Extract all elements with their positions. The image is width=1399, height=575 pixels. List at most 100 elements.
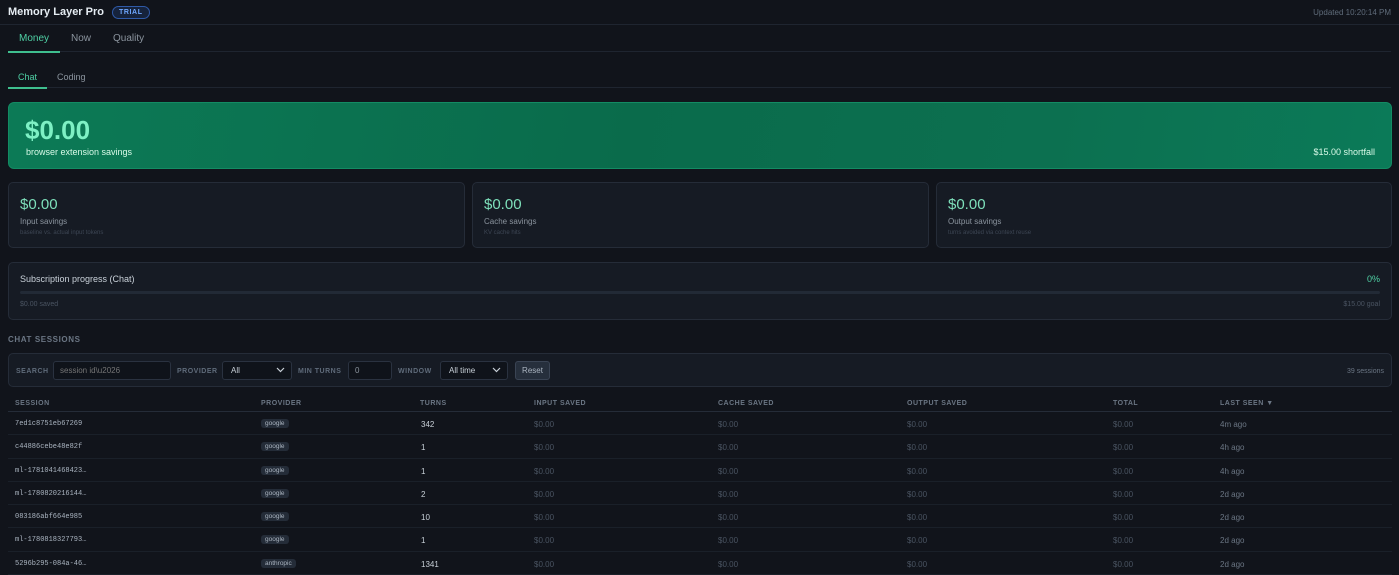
provider-select-value: All [231, 366, 240, 375]
tab-chat[interactable]: Chat [8, 66, 48, 89]
table-row[interactable]: 083186abf664e985 google 10 $0.00 $0.00 $… [8, 505, 1392, 529]
output-saved-value: $0.00 [907, 559, 928, 569]
provider-pill: google [261, 419, 289, 428]
turns-value: 1 [421, 443, 426, 453]
input-saved-value: $0.00 [534, 466, 555, 476]
last-seen-value: 4m ago [1220, 420, 1247, 429]
card-label: Output savings [948, 217, 1002, 226]
table-row[interactable]: ml-1780818327793… google 1 $0.00 $0.00 $… [8, 528, 1392, 552]
table-row[interactable]: ml-1781041468423… google 1 $0.00 $0.00 $… [8, 459, 1392, 482]
last-seen-value: 2d ago [1220, 489, 1245, 499]
table-body: 7ed1c8751eb67269 google 342 $0.00 $0.00 … [8, 412, 1392, 575]
cache-saved-value: $0.00 [718, 536, 739, 546]
output-saved-value: $0.00 [907, 489, 928, 499]
chevron-down-icon [492, 367, 501, 373]
turns-value: 1 [421, 536, 426, 546]
turns-value: 1341 [421, 559, 439, 569]
card-value: $0.00 [948, 196, 986, 213]
cache-saved-value: $0.00 [718, 559, 739, 569]
column-last-seen[interactable]: LAST SEEN ▼ [1220, 400, 1274, 407]
column-input-saved[interactable]: INPUT SAVED [534, 400, 586, 407]
column-cache-saved[interactable]: CACHE SAVED [718, 400, 774, 407]
output-saved-value: $0.00 [907, 420, 928, 429]
column-output-saved[interactable]: OUTPUT SAVED [907, 400, 967, 407]
output-saved-value: $0.00 [907, 536, 928, 546]
cache-saved-value: $0.00 [718, 420, 739, 429]
table-row[interactable]: c44886cebe48e82f google 1 $0.00 $0.00 $0… [8, 435, 1392, 459]
table-row[interactable]: ml-1780820216144… google 2 $0.00 $0.00 $… [8, 482, 1392, 506]
session-id: c44886cebe48e82f [15, 443, 83, 452]
session-id: 7ed1c8751eb67269 [15, 420, 83, 428]
provider-pill: google [261, 535, 289, 545]
turns-value: 1 [421, 466, 426, 476]
output-saved-value: $0.00 [907, 443, 928, 453]
chevron-down-icon [276, 367, 285, 373]
main-tabs: Money Now Quality [8, 25, 1391, 53]
progress-saved: $0.00 saved [20, 301, 59, 308]
sessions-table: SESSION PROVIDER TURNS INPUT SAVED CACHE… [8, 396, 1392, 575]
min-turns-input[interactable] [348, 361, 392, 380]
progress-bar [20, 291, 1380, 294]
session-id: ml-1780820216144… [15, 489, 87, 498]
last-seen-value: 4h ago [1220, 443, 1245, 453]
cache-saved-value: $0.00 [718, 466, 739, 476]
output-saved-value: $0.00 [907, 466, 928, 476]
session-id: 5296b295-084a-46… [15, 559, 87, 568]
search-input[interactable] [53, 361, 171, 380]
tab-money[interactable]: Money [8, 25, 61, 53]
hero-savings-panel: $0.00 browser extension savings $15.00 s… [8, 102, 1392, 169]
tab-coding[interactable]: Coding [47, 66, 96, 88]
tab-now[interactable]: Now [60, 25, 102, 52]
turns-value: 10 [421, 513, 430, 523]
total-value: $0.00 [1113, 489, 1134, 499]
total-value: $0.00 [1113, 466, 1134, 476]
column-provider[interactable]: PROVIDER [261, 400, 302, 407]
min-turns-label: MIN TURNS [298, 368, 342, 375]
search-label: SEARCH [16, 368, 49, 375]
card-subtitle: turns avoided via context reuse [948, 230, 1032, 236]
card-value: $0.00 [20, 196, 58, 213]
hero-label: browser extension savings [26, 147, 133, 157]
total-value: $0.00 [1113, 536, 1134, 546]
card-label: Cache savings [484, 217, 537, 226]
column-turns[interactable]: TURNS [420, 400, 447, 407]
table-row[interactable]: 5296b295-084a-46… anthropic 1341 $0.00 $… [8, 552, 1392, 575]
app-title: Memory Layer Pro [8, 6, 104, 18]
input-saved-value: $0.00 [534, 443, 555, 453]
provider-pill: google [261, 512, 289, 522]
last-seen-value: 2d ago [1220, 536, 1245, 546]
cache-saved-value: $0.00 [718, 513, 739, 523]
turns-value: 2 [421, 489, 426, 499]
hero-amount: $0.00 [25, 115, 91, 145]
input-saved-value: $0.00 [534, 489, 555, 499]
card-subtitle: baseline vs. actual input tokens [20, 230, 104, 236]
window-select-value: All time [449, 366, 476, 375]
provider-pill: google [261, 465, 289, 475]
provider-pill: google [261, 488, 289, 498]
subscription-progress-panel: Subscription progress (Chat) 0% $0.00 sa… [8, 262, 1392, 320]
window-select[interactable]: All time [440, 361, 508, 380]
filter-bar: SEARCH PROVIDER All MIN TURNS WINDOW All… [8, 353, 1392, 387]
session-id: ml-1780818327793… [15, 536, 87, 545]
provider-select[interactable]: All [222, 361, 292, 380]
column-total[interactable]: TOTAL [1113, 400, 1138, 407]
session-count: 39 sessions [1347, 368, 1384, 375]
total-value: $0.00 [1113, 443, 1134, 453]
last-seen-value: 2d ago [1220, 513, 1245, 523]
total-value: $0.00 [1113, 420, 1134, 429]
input-saved-value: $0.00 [534, 536, 555, 546]
session-id: 083186abf664e985 [15, 513, 83, 522]
input-saved-value: $0.00 [534, 559, 555, 569]
column-session[interactable]: SESSION [15, 400, 50, 407]
card-value: $0.00 [484, 196, 522, 213]
total-value: $0.00 [1113, 513, 1134, 523]
window-label: WINDOW [398, 368, 432, 375]
top-bar: Memory Layer Pro TRIAL Updated 10:20:14 … [0, 0, 1399, 25]
trial-badge: TRIAL [111, 5, 150, 19]
tab-quality[interactable]: Quality [102, 25, 155, 52]
table-row[interactable]: 7ed1c8751eb67269 google 342 $0.00 $0.00 … [8, 412, 1392, 436]
input-savings-card: $0.00 Input savings baseline vs. actual … [8, 182, 465, 248]
output-saved-value: $0.00 [907, 513, 928, 523]
reset-button[interactable]: Reset [515, 361, 550, 380]
last-seen-value: 4h ago [1220, 466, 1245, 476]
